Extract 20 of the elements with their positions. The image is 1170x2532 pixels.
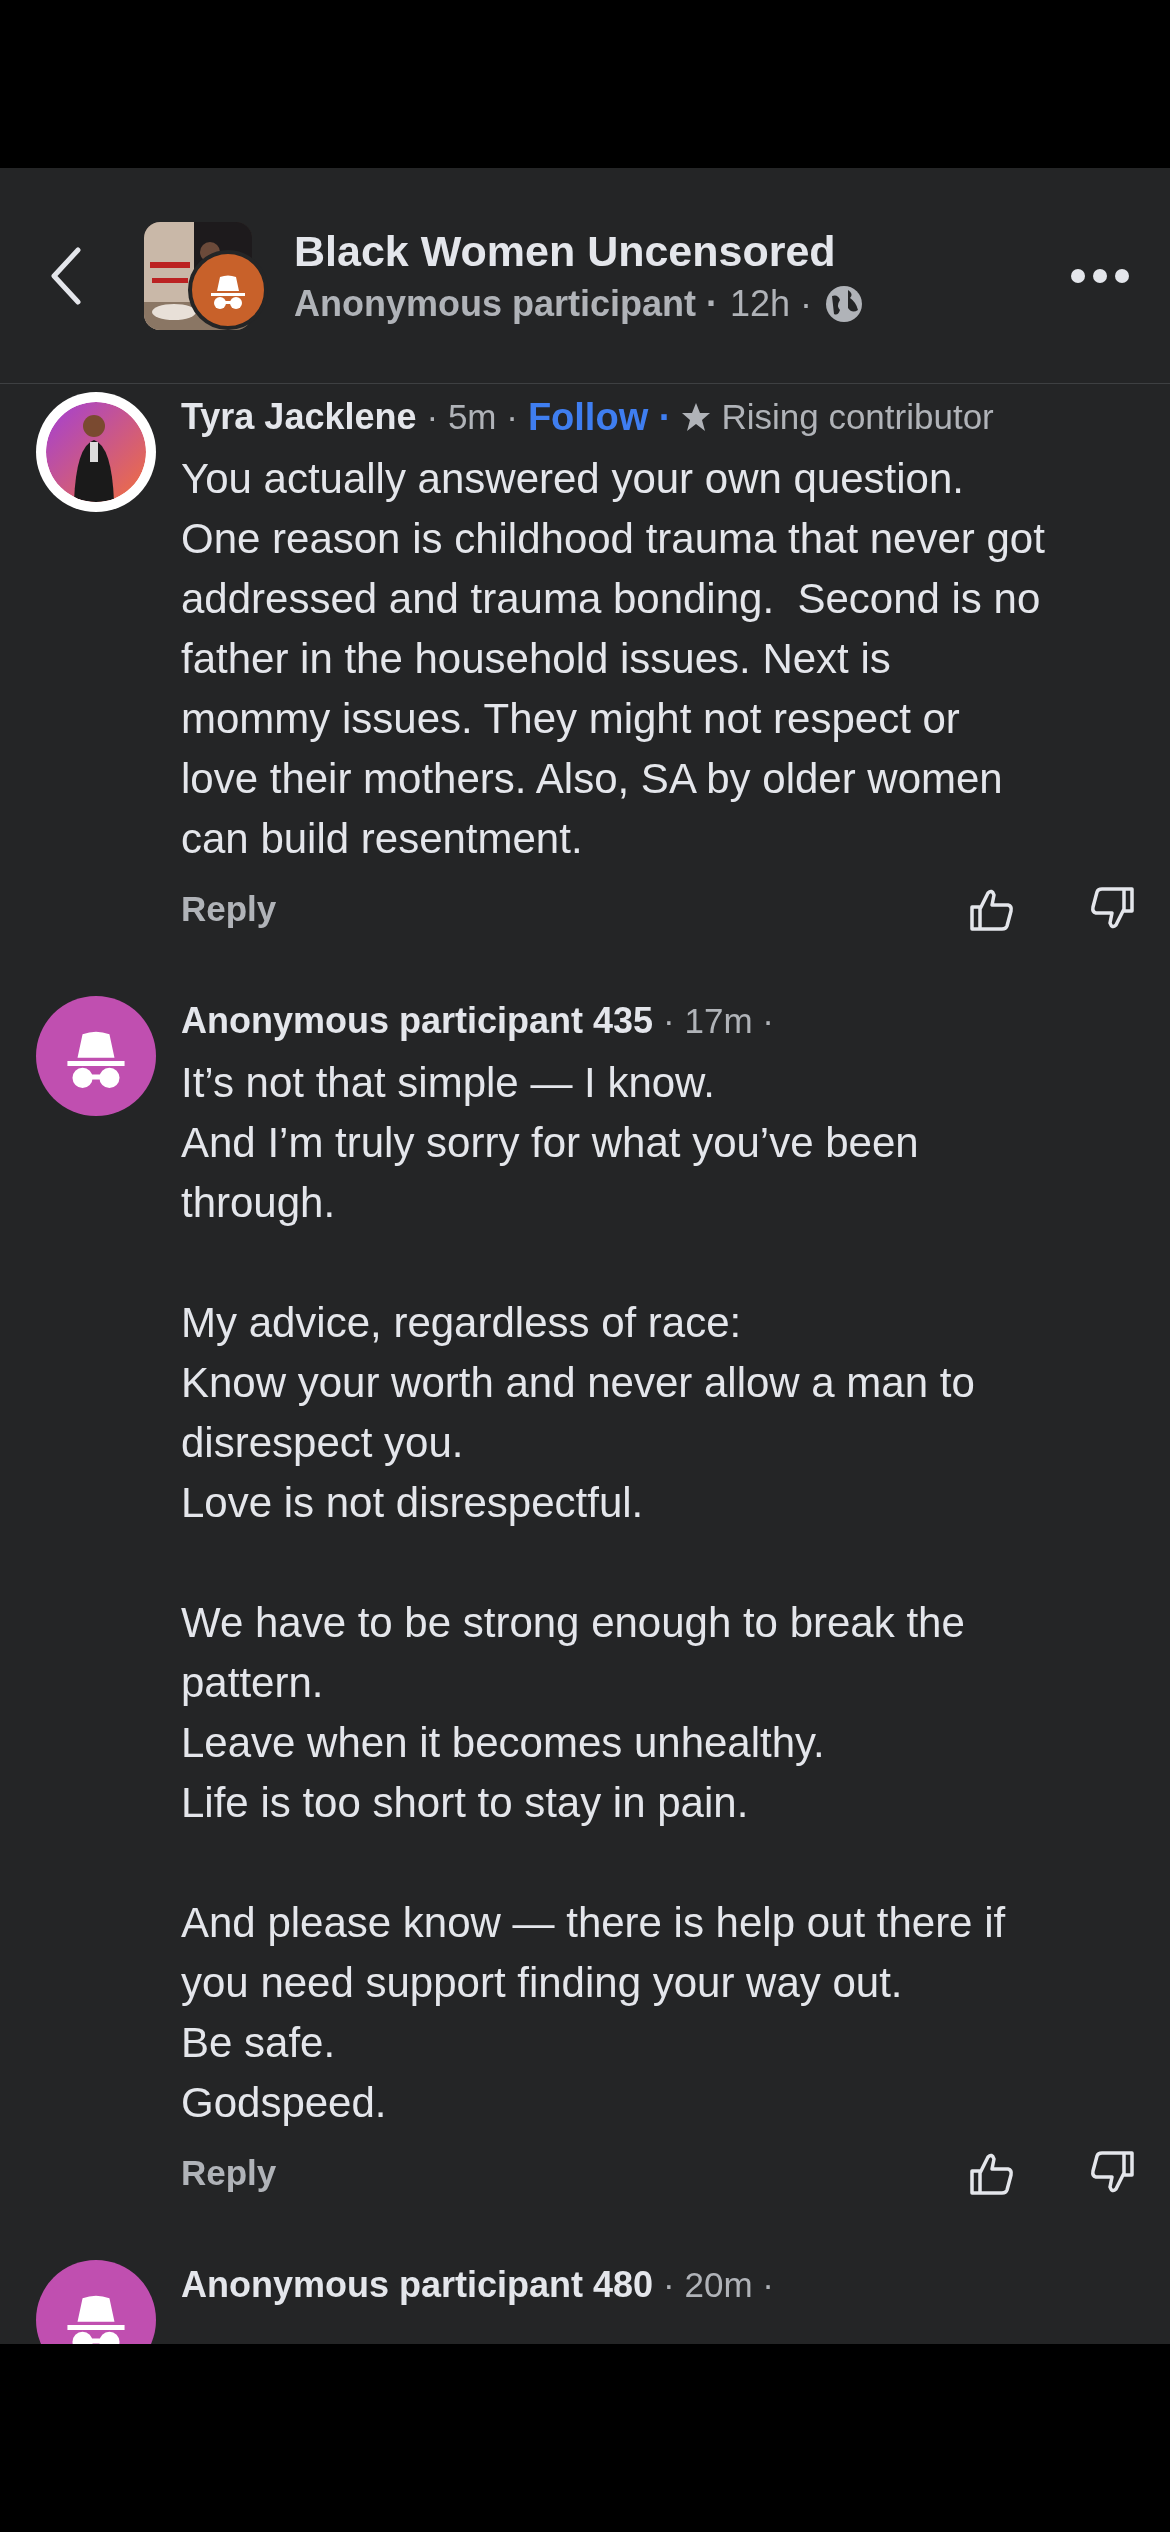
reply-button[interactable]: Reply	[181, 2153, 277, 2193]
comment-text: It’s not that simple — I know. And I’m truly sorry for what you’ve been through. My advice, regardless of race: Know your worth and never allow a man to disrespect you. Love is not disrespectful. We have to be strong enough to break the pattern. Leave when it becomes unhealthy. Life is too short to stay in pain. And please know — there is help out there if you need support finding your way out. Be safe. Godspeed.	[181, 1058, 1007, 2128]
reply-button[interactable]: Reply	[181, 889, 277, 929]
post-time: 12h ·	[730, 281, 813, 326]
commenter-name[interactable]: Anonymous participant 435	[181, 1000, 654, 1042]
comment-time: · 20m ·	[663, 2265, 774, 2305]
group-title: Black Women Uncensored	[294, 225, 837, 277]
back-icon[interactable]	[48, 245, 84, 306]
follow-link[interactable]: Follow ·	[527, 395, 672, 439]
contributor-label: Rising contributor	[721, 397, 994, 437]
commenter-name[interactable]: Anonymous participant 480	[181, 2264, 654, 2306]
author-name: Anonymous participant ·	[294, 281, 719, 326]
anonymous-avatar-icon[interactable]	[36, 2260, 156, 2344]
star-icon	[681, 402, 712, 432]
globe-icon	[824, 283, 865, 324]
commenter-name[interactable]: Tyra Jacklene	[181, 396, 417, 438]
comment-time: · 5m ·	[426, 397, 518, 437]
comment-time: · 17m ·	[663, 1001, 774, 1041]
comment-text: You actually answered your own question. One reason is childhood trauma that never got addressed and trauma bonding. Second is no father in the household issues. Next is mommy issues. They might not respect or love their mothers. Also, SA by older women can build resentment.	[181, 454, 1046, 864]
more-icon[interactable]	[1070, 267, 1130, 284]
